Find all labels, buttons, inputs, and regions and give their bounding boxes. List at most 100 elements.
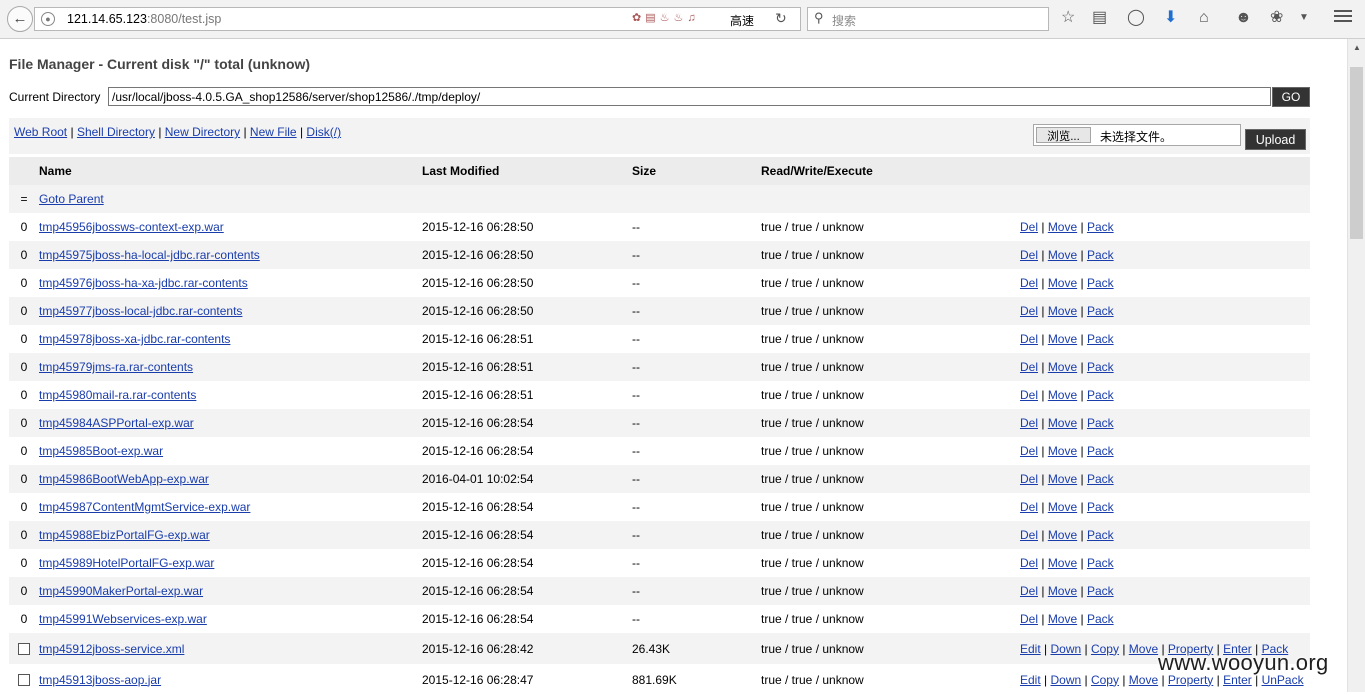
upload-button[interactable]: Upload bbox=[1245, 129, 1306, 150]
folder-name-link[interactable]: tmp45977jboss-local-jdbc.rar-contents bbox=[39, 304, 242, 318]
folder-name-link[interactable]: tmp45976jboss-ha-xa-jdbc.rar-contents bbox=[39, 276, 248, 290]
del-link[interactable]: Del bbox=[1020, 416, 1038, 430]
pack-link[interactable]: Pack bbox=[1087, 332, 1114, 346]
home-icon[interactable]: ⌂ bbox=[1199, 8, 1209, 28]
folder-name-link[interactable]: tmp45990MakerPortal-exp.war bbox=[39, 584, 203, 598]
move-link[interactable]: Move bbox=[1129, 673, 1158, 687]
folder-name-link[interactable]: tmp45991Webservices-exp.war bbox=[39, 612, 207, 626]
copy-link[interactable]: Copy bbox=[1091, 642, 1119, 656]
search-bar[interactable]: ⚲ 搜索 bbox=[807, 7, 1049, 31]
edit-link[interactable]: Edit bbox=[1020, 673, 1041, 687]
pack-link[interactable]: Pack bbox=[1087, 528, 1114, 542]
folder-name-link[interactable]: tmp45986BootWebApp-exp.war bbox=[39, 472, 209, 486]
pack-link[interactable]: Pack bbox=[1087, 500, 1114, 514]
folder-name-link[interactable]: tmp45956jbossws-context-exp.war bbox=[39, 220, 224, 234]
pack-link[interactable]: Pack bbox=[1087, 416, 1114, 430]
scrollbar-thumb[interactable] bbox=[1350, 67, 1363, 239]
new-directory-link[interactable]: New Directory bbox=[165, 125, 240, 139]
del-link[interactable]: Del bbox=[1020, 528, 1038, 542]
move-link[interactable]: Move bbox=[1048, 248, 1077, 262]
shell-directory-link[interactable]: Shell Directory bbox=[77, 125, 155, 139]
move-link[interactable]: Move bbox=[1048, 416, 1077, 430]
address-bar[interactable]: ● 121.14.65.123:8080/test.jsp ✿▤♨♨♫ 高速 ↻ bbox=[34, 7, 801, 31]
file-chooser[interactable]: 浏览... 未选择文件。 bbox=[1033, 124, 1241, 146]
copy-link[interactable]: Copy bbox=[1091, 673, 1119, 687]
move-link[interactable]: Move bbox=[1048, 388, 1077, 402]
move-link[interactable]: Move bbox=[1048, 528, 1077, 542]
move-link[interactable]: Move bbox=[1048, 444, 1077, 458]
down-link[interactable]: Down bbox=[1050, 642, 1081, 656]
folder-name-link[interactable]: tmp45985Boot-exp.war bbox=[39, 444, 163, 458]
folder-name-link[interactable]: tmp45978jboss-xa-jdbc.rar-contents bbox=[39, 332, 230, 346]
bookmark-star-icon[interactable]: ☆ bbox=[1061, 8, 1075, 28]
move-link[interactable]: Move bbox=[1048, 472, 1077, 486]
file-checkbox[interactable] bbox=[18, 674, 30, 687]
del-link[interactable]: Del bbox=[1020, 612, 1038, 626]
speed-addon-label[interactable]: 高速 bbox=[730, 12, 754, 29]
extension-icon[interactable]: ❀ bbox=[1270, 8, 1283, 28]
del-link[interactable]: Del bbox=[1020, 332, 1038, 346]
del-link[interactable]: Del bbox=[1020, 220, 1038, 234]
del-link[interactable]: Del bbox=[1020, 500, 1038, 514]
move-link[interactable]: Move bbox=[1048, 612, 1077, 626]
chevron-down-icon[interactable]: ▼ bbox=[1299, 8, 1309, 28]
pack-link[interactable]: Pack bbox=[1087, 444, 1114, 458]
pack-link[interactable]: Pack bbox=[1087, 472, 1114, 486]
web-root-link[interactable]: Web Root bbox=[14, 125, 67, 139]
pack-link[interactable]: Pack bbox=[1087, 556, 1114, 570]
del-link[interactable]: Del bbox=[1020, 556, 1038, 570]
hamburger-menu-icon[interactable] bbox=[1334, 7, 1352, 25]
del-link[interactable]: Del bbox=[1020, 444, 1038, 458]
browse-button[interactable]: 浏览... bbox=[1036, 127, 1091, 143]
folder-name-link[interactable]: tmp45980mail-ra.rar-contents bbox=[39, 388, 196, 402]
del-link[interactable]: Del bbox=[1020, 388, 1038, 402]
file-checkbox[interactable] bbox=[18, 643, 30, 656]
vertical-scrollbar[interactable]: ▲ bbox=[1347, 39, 1365, 692]
url-text[interactable]: 121.14.65.123:8080/test.jsp bbox=[67, 12, 221, 26]
move-link[interactable]: Move bbox=[1048, 304, 1077, 318]
del-link[interactable]: Del bbox=[1020, 304, 1038, 318]
folder-name-link[interactable]: tmp45989HotelPortalFG-exp.war bbox=[39, 556, 214, 570]
reload-icon[interactable]: ↻ bbox=[775, 10, 787, 27]
move-link[interactable]: Move bbox=[1048, 584, 1077, 598]
pack-link[interactable]: Pack bbox=[1087, 612, 1114, 626]
del-link[interactable]: Del bbox=[1020, 584, 1038, 598]
chat-icon[interactable]: ☻ bbox=[1235, 8, 1252, 28]
down-link[interactable]: Down bbox=[1050, 673, 1081, 687]
del-link[interactable]: Del bbox=[1020, 248, 1038, 262]
pack-link[interactable]: Pack bbox=[1087, 276, 1114, 290]
pocket-icon[interactable]: ◯ bbox=[1127, 8, 1145, 28]
scroll-up-arrow-icon[interactable]: ▲ bbox=[1353, 43, 1361, 52]
move-link[interactable]: Move bbox=[1048, 556, 1077, 570]
move-link[interactable]: Move bbox=[1048, 276, 1077, 290]
pack-link[interactable]: Pack bbox=[1087, 584, 1114, 598]
del-link[interactable]: Del bbox=[1020, 276, 1038, 290]
move-link[interactable]: Move bbox=[1048, 332, 1077, 346]
pack-link[interactable]: Pack bbox=[1087, 360, 1114, 374]
del-link[interactable]: Del bbox=[1020, 360, 1038, 374]
disk-link[interactable]: Disk(/) bbox=[306, 125, 341, 139]
folder-name-link[interactable]: tmp45987ContentMgmtService-exp.war bbox=[39, 500, 250, 514]
move-link[interactable]: Move bbox=[1048, 360, 1077, 374]
folder-name-link[interactable]: tmp45988EbizPortalFG-exp.war bbox=[39, 528, 210, 542]
file-name-link[interactable]: tmp45912jboss-service.xml bbox=[39, 642, 184, 656]
move-link[interactable]: Move bbox=[1048, 500, 1077, 514]
move-link[interactable]: Move bbox=[1129, 642, 1158, 656]
del-link[interactable]: Del bbox=[1020, 472, 1038, 486]
current-directory-input[interactable] bbox=[108, 87, 1271, 106]
pack-link[interactable]: Pack bbox=[1087, 220, 1114, 234]
folder-name-link[interactable]: tmp45984ASPPortal-exp.war bbox=[39, 416, 194, 430]
new-file-link[interactable]: New File bbox=[250, 125, 297, 139]
pack-link[interactable]: Pack bbox=[1087, 388, 1114, 402]
pack-link[interactable]: Pack bbox=[1087, 304, 1114, 318]
download-icon[interactable]: ⬇ bbox=[1164, 8, 1177, 28]
goto-parent-link[interactable]: Goto Parent bbox=[39, 192, 104, 206]
go-button[interactable]: GO bbox=[1272, 87, 1310, 107]
folder-name-link[interactable]: tmp45979jms-ra.rar-contents bbox=[39, 360, 193, 374]
folder-name-link[interactable]: tmp45975jboss-ha-local-jdbc.rar-contents bbox=[39, 248, 260, 262]
back-arrow-icon[interactable]: ← bbox=[7, 6, 33, 32]
addon-icons[interactable]: ✿▤♨♨♫ bbox=[632, 11, 700, 24]
file-name-link[interactable]: tmp45913jboss-aop.jar bbox=[39, 673, 161, 687]
move-link[interactable]: Move bbox=[1048, 220, 1077, 234]
pack-link[interactable]: Pack bbox=[1087, 248, 1114, 262]
